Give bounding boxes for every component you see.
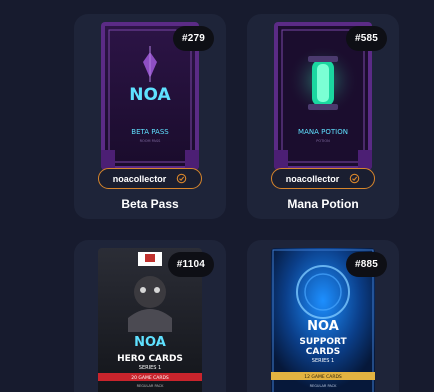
- verified-check-icon: [349, 173, 360, 184]
- art-strip-sub: REGULAR PACK: [310, 384, 338, 388]
- art-strip-sub: REGULAR PACK: [137, 384, 165, 388]
- art-caption: BETA PASS: [131, 128, 169, 136]
- nft-card[interactable]: MANA POTION POTION #585 noacollector Man…: [247, 14, 399, 219]
- token-number-badge: #279: [172, 26, 214, 51]
- art-line2: CARDS: [306, 347, 340, 357]
- token-number-badge: #885: [345, 252, 387, 277]
- art-subcaption: POTION: [316, 139, 330, 143]
- owner-button[interactable]: noacollector: [271, 168, 375, 189]
- art-subcaption: ROOM PASS: [140, 139, 162, 143]
- nft-card[interactable]: NOA HERO CARDS SERIES 1 20 GAME CARDS RE…: [74, 240, 226, 392]
- nft-card[interactable]: NOA SUPPORT CARDS SERIES 1 12 GAME CARDS…: [247, 240, 399, 392]
- nft-grid: NOA BETA PASS ROOM PASS #279 noacollecto…: [0, 0, 434, 392]
- art-caption: MANA POTION: [298, 128, 348, 136]
- art-line1: HERO CARDS: [117, 354, 183, 364]
- verified-check-icon: [176, 173, 187, 184]
- art-brand: NOA: [307, 319, 339, 334]
- art-line2: SERIES 1: [139, 365, 161, 371]
- art-strip: 12 GAME CARDS: [304, 374, 342, 380]
- card-title: Mana Potion: [287, 197, 359, 211]
- owner-name: noacollector: [285, 173, 340, 184]
- art-line1: SUPPORT: [299, 337, 347, 347]
- art-strip: 20 GAME CARDS: [131, 375, 169, 381]
- token-number-badge: #1104: [167, 252, 214, 277]
- card-title: Beta Pass: [121, 197, 179, 211]
- owner-button[interactable]: noacollector: [98, 168, 202, 189]
- art-brand: NOA: [134, 335, 166, 350]
- nft-card[interactable]: NOA BETA PASS ROOM PASS #279 noacollecto…: [74, 14, 226, 219]
- token-number-badge: #585: [345, 26, 387, 51]
- art-line3: SERIES 1: [312, 358, 334, 364]
- owner-name: noacollector: [112, 173, 167, 184]
- art-brand: NOA: [129, 85, 171, 105]
